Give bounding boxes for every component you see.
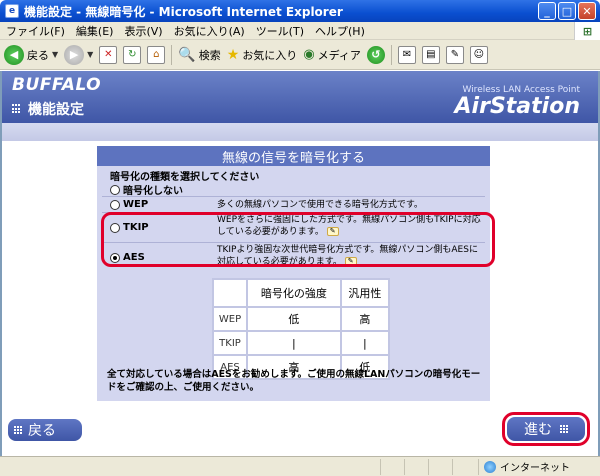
zone-label: インターネット: [500, 463, 570, 474]
page-title: 機能設定: [12, 99, 84, 119]
dots-icon: [560, 425, 568, 433]
table-cell: WEP: [212, 306, 248, 332]
table-cell: |: [339, 330, 391, 356]
next-button[interactable]: 進む: [507, 417, 585, 441]
print-icon[interactable]: ▤: [421, 45, 440, 64]
next-button-label: 進む: [524, 422, 552, 438]
mail-icon[interactable]: ✉: [397, 45, 416, 64]
radio-wep[interactable]: [110, 199, 120, 210]
toolbar: ◀ 戻る ▼ ▶ ▼ ✕ ↻ ⌂ 🔍 検索 ★ お気に入り ◉ メディア ↺ ✉…: [0, 40, 600, 70]
menu-favorites[interactable]: お気に入り(A): [174, 23, 245, 39]
grid-icon: [12, 104, 22, 114]
window-title: 機能設定 - 無線暗号化 - Microsoft Internet Explor…: [24, 4, 343, 19]
header-band: [2, 123, 598, 141]
status-cell: [404, 459, 405, 475]
back-button[interactable]: 戻る: [8, 419, 82, 441]
option-none-label: 暗号化しない: [123, 186, 183, 197]
globe-icon: [484, 460, 496, 473]
star-icon: ★: [226, 46, 240, 63]
table-cell: 低: [246, 306, 342, 332]
back-toolbar-button[interactable]: ◀ 戻る ▼: [4, 44, 58, 65]
highlight-annotation: [101, 212, 495, 267]
recommendation-text: 全て対応している場合はAESをお勧めします。ご使用の無線LANパソコンの暗号化モ…: [107, 369, 481, 393]
dropdown-arrow-icon[interactable]: ▼: [52, 50, 58, 59]
media-icon: ◉: [303, 47, 315, 62]
messenger-icon[interactable]: ☺: [469, 45, 488, 64]
media-toolbar-button[interactable]: ◉ メディア: [303, 47, 361, 63]
back-arrow-icon: ◀: [4, 44, 24, 65]
menu-file[interactable]: ファイル(F): [6, 23, 65, 39]
table-row: TKIP | |: [212, 330, 391, 356]
page-header: BUFFALO 機能設定 Wireless LAN Access Point A…: [2, 71, 598, 123]
menu-edit[interactable]: 編集(E): [76, 23, 114, 39]
minimize-button[interactable]: _: [538, 2, 556, 20]
status-cell: [452, 459, 453, 475]
status-bar: インターネット: [0, 456, 600, 476]
menu-view[interactable]: 表示(V): [124, 23, 162, 39]
close-button[interactable]: ✕: [578, 2, 596, 20]
forward-toolbar-button[interactable]: ▶ ▼: [64, 44, 93, 65]
table-header-cell: 暗号化の強度: [246, 278, 342, 308]
favorites-toolbar-label: お気に入り: [242, 48, 298, 62]
search-toolbar-button[interactable]: 🔍 検索: [178, 47, 220, 63]
search-icon: 🔍: [178, 46, 196, 63]
menu-tools[interactable]: ツール(T): [256, 23, 304, 39]
media-toolbar-label: メディア: [317, 48, 361, 62]
page-content: BUFFALO 機能設定 Wireless LAN Access Point A…: [0, 71, 600, 456]
status-cell: [428, 459, 429, 475]
radio-none[interactable]: [110, 184, 120, 195]
dots-icon: [14, 426, 22, 434]
menu-help[interactable]: ヘルプ(H): [315, 23, 365, 39]
favorites-toolbar-button[interactable]: ★ お気に入り: [227, 47, 298, 63]
dropdown-arrow-icon[interactable]: ▼: [87, 50, 93, 59]
search-toolbar-label: 検索: [198, 48, 221, 62]
comparison-table: 暗号化の強度 汎用性 WEP 低 高 TKIP | | AES 高 低: [212, 278, 391, 380]
page-title-text: 機能設定: [28, 102, 84, 118]
back-toolbar-label: 戻る: [27, 48, 49, 62]
edit-icon[interactable]: ✎: [445, 45, 464, 64]
stop-icon[interactable]: ✕: [99, 45, 118, 64]
ie-page-icon: e: [5, 4, 19, 18]
window-title-bar: e 機能設定 - 無線暗号化 - Microsoft Internet Expl…: [0, 0, 600, 22]
option-wep-label: WEP: [123, 199, 149, 210]
panel-body: 暗号化の種類を選択してください 暗号化しない WEP 多くの無線パソコンで使用で…: [97, 166, 490, 401]
security-zone: インターネット: [484, 459, 570, 474]
back-button-label: 戻る: [28, 423, 56, 439]
table-cell: TKIP: [212, 330, 248, 356]
toolbar-separator: [390, 44, 392, 65]
panel-title: 無線の信号を暗号化する: [97, 146, 490, 166]
history-icon[interactable]: ↺: [366, 45, 385, 64]
windows-logo-icon: ⊞: [574, 22, 600, 40]
divider: [102, 196, 485, 197]
table-cell: |: [246, 330, 342, 356]
status-cell: [380, 459, 381, 475]
table-header-cell: 汎用性: [339, 278, 391, 308]
maximize-button[interactable]: □: [558, 2, 576, 20]
table-row: WEP 低 高: [212, 306, 391, 332]
menu-bar: ファイル(F) 編集(E) 表示(V) お気に入り(A) ツール(T) ヘルプ(…: [0, 22, 600, 40]
home-icon[interactable]: ⌂: [147, 45, 166, 64]
status-cell: [478, 459, 479, 475]
option-wep[interactable]: WEP: [110, 199, 148, 210]
forward-arrow-icon: ▶: [64, 44, 85, 65]
table-cell: 高: [339, 306, 391, 332]
option-none[interactable]: 暗号化しない: [110, 182, 183, 197]
toolbar-separator: [171, 44, 173, 65]
buffalo-logo: BUFFALO: [12, 75, 102, 95]
airstation-logo: AirStation: [454, 94, 580, 119]
encryption-panel: 無線の信号を暗号化する 暗号化の種類を選択してください 暗号化しない WEP 多…: [97, 146, 490, 401]
refresh-icon[interactable]: ↻: [123, 45, 142, 64]
wep-description: 多くの無線パソコンで使用できる暗号化方式です。: [217, 200, 423, 210]
instruction-text: 暗号化の種類を選択してください: [110, 172, 260, 183]
table-header-row: 暗号化の強度 汎用性: [212, 278, 391, 308]
table-header-cell: [212, 278, 248, 308]
